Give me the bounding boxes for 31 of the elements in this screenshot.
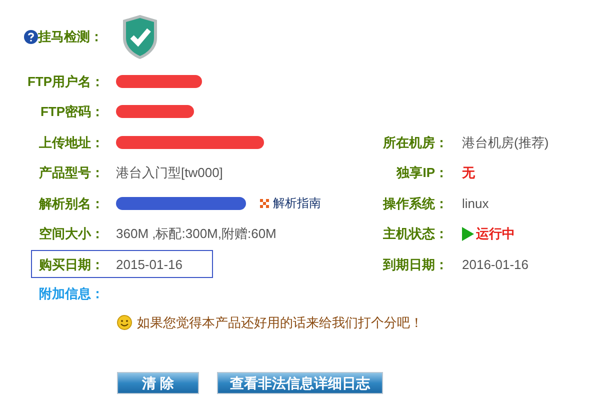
field-label: 所在机房： — [383, 134, 448, 152]
field-value: 2016-01-16 — [462, 256, 528, 274]
field-label: 上传地址： — [39, 134, 104, 152]
status-value: 运行中 — [476, 225, 515, 243]
field-label: 到期日期： — [383, 256, 448, 274]
field-value: 2015-01-16 — [116, 256, 182, 274]
smiley-icon — [117, 315, 132, 330]
field-label: FTP密码： — [40, 103, 104, 121]
extra-info-label: 附加信息： — [39, 284, 104, 303]
field-value: 无 — [462, 164, 475, 182]
field-label: 空间大小： — [39, 225, 104, 243]
detection-label: 挂马检测： — [38, 28, 104, 46]
field-label: 独享IP： — [396, 164, 448, 182]
field-label: 解析别名： — [39, 194, 104, 212]
field-label: 购买日期： — [39, 256, 104, 274]
field-label: FTP用户名： — [27, 72, 104, 90]
guide-link[interactable]: 解析指南 — [273, 194, 321, 212]
dots-icon — [260, 198, 269, 208]
field-label: 主机状态： — [383, 225, 448, 243]
field-value: 360M ,标配:300M,附赠:60M — [116, 225, 276, 243]
play-icon — [462, 226, 474, 241]
action-button[interactable]: 清 除 — [117, 372, 199, 394]
help-icon[interactable] — [24, 30, 38, 44]
field-label: 产品型号： — [39, 164, 104, 182]
field-label: 操作系统： — [383, 194, 448, 212]
field-value: 港台机房(推荐) — [462, 134, 549, 152]
field-value: linux — [462, 194, 489, 212]
action-button[interactable]: 查看非法信息详细日志 — [217, 372, 383, 394]
shield-check-icon — [121, 14, 159, 60]
rating-prompt: 如果您觉得本产品还好用的话来给我们打个分吧！ — [137, 314, 423, 332]
field-value: 港台入门型[tw000] — [116, 164, 223, 182]
